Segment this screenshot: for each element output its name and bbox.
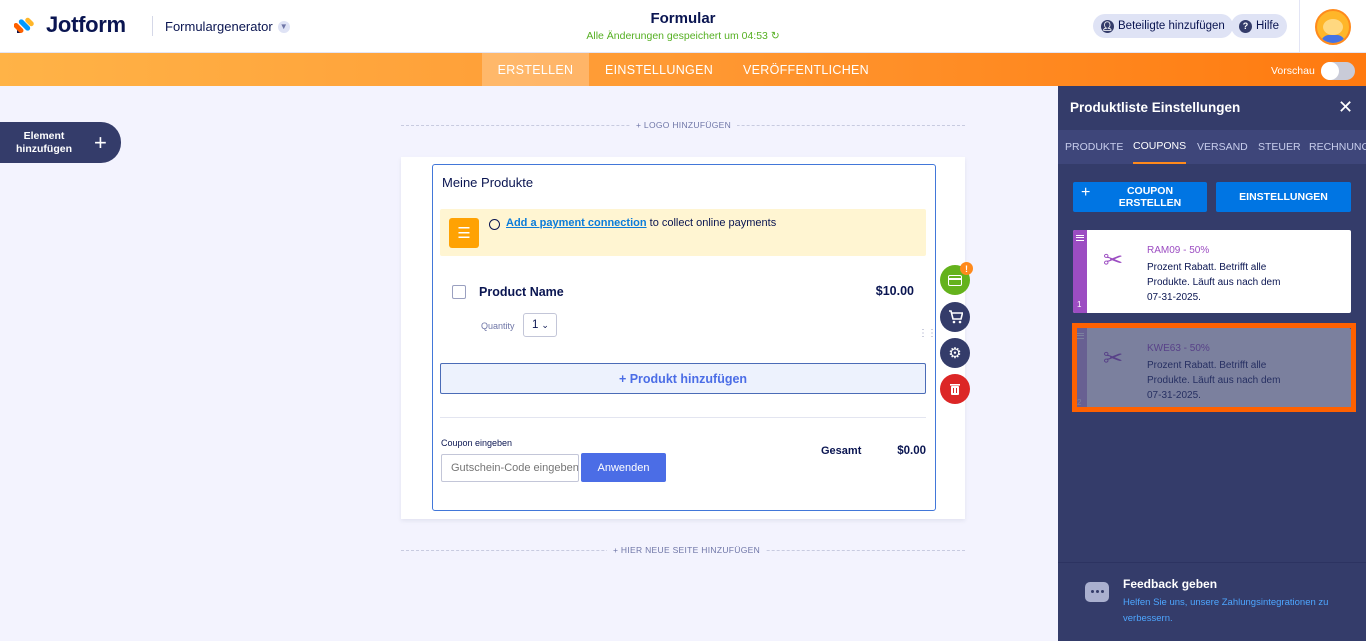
tab-produkte[interactable]: PRODUKTE <box>1065 130 1123 164</box>
plus-icon: + <box>94 129 107 155</box>
tab-versand[interactable]: VERSAND <box>1197 130 1248 164</box>
feedback-title: Feedback geben <box>1123 577 1218 591</box>
save-status-text: Alle Änderungen gespeichert um 04:53 <box>586 30 768 42</box>
refresh-icon: ↻ <box>770 30 780 42</box>
toggle-knob <box>1320 62 1339 80</box>
tab-veroeffentlichen[interactable]: VERÖFFENTLICHEN <box>736 53 876 86</box>
create-coupon-label: COUPON ERSTELLEN <box>1118 185 1182 209</box>
user-icon: 👤︎ <box>1101 19 1114 33</box>
credit-card-icon <box>948 274 962 286</box>
preview-label: Vorschau <box>1271 65 1315 77</box>
gear-icon: ⚙ <box>948 345 962 362</box>
add-logo-link[interactable]: + LOGO HINZUFÜGEN <box>630 120 738 130</box>
create-coupon-button[interactable]: + COUPON ERSTELLEN <box>1073 182 1207 212</box>
product-name: Product Name <box>479 285 564 299</box>
coupon-input[interactable] <box>441 454 579 482</box>
quantity-value: 1 <box>532 319 539 331</box>
chevron-down-icon: ⌄ <box>541 319 549 330</box>
add-payment-link[interactable]: Add a payment connection <box>506 217 647 229</box>
feedback-section: Feedback geben Helfen Sie uns, unsere Za… <box>1058 562 1366 641</box>
menu-icon <box>1076 235 1084 241</box>
tab-steuer[interactable]: STEUER <box>1258 130 1301 164</box>
add-participants-label: Beteiligte hinzufügen <box>1118 20 1225 32</box>
top-bar: Jotform Formulargenerator ▼ Formular All… <box>0 0 1366 53</box>
selection-highlight <box>1072 323 1356 412</box>
coupon-description: Prozent Rabatt. Betrifft alle Produkte. … <box>1147 262 1281 303</box>
builder-nav: ERSTELLEN EINSTELLUNGEN VERÖFFENTLICHEN … <box>0 53 1366 86</box>
total-value: $0.00 <box>897 445 926 457</box>
drag-handle-icon[interactable]: ⋮⋮ <box>918 329 937 345</box>
settings-button[interactable]: ⚙ <box>940 338 970 368</box>
avatar <box>1315 8 1351 45</box>
payment-banner: ☰ Add a payment connection to collect on… <box>440 209 926 256</box>
payment-text: Add a payment connection to collect onli… <box>506 217 776 229</box>
add-element-button[interactable]: Element hinzufügen + <box>0 122 121 163</box>
add-page-link[interactable]: + HIER NEUE SEITE HINZUFÜGEN <box>607 545 767 555</box>
plus-icon: + <box>1081 184 1091 201</box>
payment-hint: to collect online payments <box>646 217 777 229</box>
coupon-card[interactable]: 1 ✂ RAM09 - 50% Prozent Rabatt. Betrifft… <box>1073 230 1351 313</box>
question-icon: ? <box>1239 19 1252 33</box>
avatar-face <box>1323 18 1343 35</box>
list-icon: ☰ <box>449 218 479 248</box>
warning-badge: ! <box>960 262 973 275</box>
add-product-button[interactable]: + Produkt hinzufügen <box>440 363 926 394</box>
coupon-code: RAM09 - 50% <box>1147 245 1210 256</box>
close-icon[interactable]: ✕ <box>1338 97 1353 118</box>
help-label: Hilfe <box>1256 20 1280 32</box>
panel-title: Produktliste Einstellungen <box>1070 100 1241 115</box>
tab-einstellungen[interactable]: EINSTELLUNGEN <box>596 53 722 86</box>
preview-switch[interactable] <box>1320 62 1355 80</box>
coupon-index: 1 <box>1077 300 1082 309</box>
product-checkbox[interactable] <box>452 285 466 299</box>
delete-button[interactable] <box>940 374 970 404</box>
coupon-strip: 1 <box>1073 230 1087 313</box>
avatar-button[interactable] <box>1299 0 1366 53</box>
add-participants-button[interactable]: 👤︎ Beteiligte hinzufügen <box>1093 14 1233 38</box>
divider <box>440 417 926 418</box>
tab-coupons[interactable]: COUPONS <box>1133 130 1187 164</box>
total-label: Gesamt <box>821 445 862 457</box>
coupon-label: Coupon eingeben <box>441 438 513 448</box>
feedback-link[interactable]: Helfen Sie uns, unsere Zahlungsintegrati… <box>1123 595 1353 627</box>
avatar-shirt <box>1321 34 1345 43</box>
quantity-label: Quantity <box>481 321 515 331</box>
preview-toggle[interactable]: Vorschau <box>1271 62 1355 80</box>
apply-coupon-button[interactable]: Anwenden <box>581 453 666 482</box>
help-button[interactable]: ? Hilfe <box>1231 14 1288 38</box>
coupon-settings-button[interactable]: EINSTELLUNGEN <box>1216 182 1351 212</box>
quantity-select[interactable]: 1 ⌄ <box>523 313 557 337</box>
chat-icon <box>1085 582 1109 602</box>
product-price: $10.00 <box>875 284 914 298</box>
panel-tabs: PRODUKTE COUPONS VERSAND STEUER RECHNUNG <box>1058 130 1366 164</box>
product-list-title[interactable]: Meine Produkte <box>442 175 533 190</box>
add-element-label: Element hinzufügen <box>16 129 72 155</box>
radio-icon <box>489 219 500 230</box>
cart-button[interactable] <box>940 302 970 332</box>
tab-erstellen[interactable]: ERSTELLEN <box>482 53 589 86</box>
cart-icon <box>948 310 963 324</box>
scissors-icon: ✂ <box>1103 247 1124 274</box>
trash-icon <box>950 383 960 395</box>
tab-rechnung[interactable]: RECHNUNG <box>1309 130 1366 164</box>
